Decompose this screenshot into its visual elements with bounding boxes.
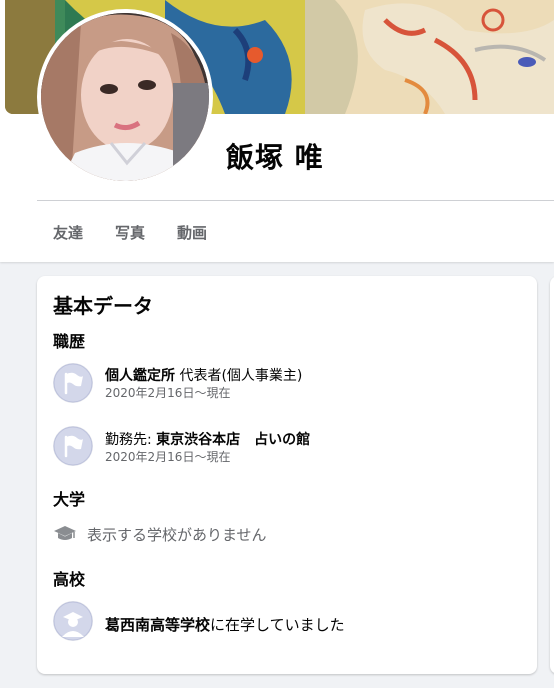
adjacent-card-edge [550,276,554,674]
graduation-cap-icon [53,522,77,546]
work-item-1: 個人鑑定所 代表者(個人事業主) [105,365,302,385]
tab-videos[interactable]: 動画 [177,222,207,243]
profile-header: 飯塚 唯 友達 写真 動画 [0,0,554,262]
profile-name: 飯塚 唯 [226,141,324,174]
work-item-2-dates: 2020年2月16日～現在 [105,450,231,464]
employer-link[interactable]: 東京渋谷本店 占いの館 [156,432,310,448]
prefix: 勤務先: [105,432,157,448]
school-avatar-icon [53,601,93,641]
college-empty-row: 表示する学校がありません [53,522,267,546]
work-heading: 職歴 [53,332,86,351]
flag-icon [53,426,93,466]
employer-link[interactable]: 個人鑑定所 [105,368,175,384]
about-title: 基本データ [53,294,153,318]
about-card: 基本データ 職歴 個人鑑定所 代表者(個人事業主) 2020年2月16日～現在 … [37,276,537,674]
high-school-item: 葛西南高等学校に在学していました [105,614,345,635]
position: 代表者(個人事業主) [175,368,303,384]
work-item-2: 勤務先: 東京渋谷本店 占いの館 [105,429,310,449]
header-divider [37,200,554,201]
profile-tabs: 友達 写真 動画 [53,222,239,243]
college-empty-text: 表示する学校がありません [87,525,267,544]
school-status: に在学していました [210,616,345,634]
flag-icon [53,363,93,403]
profile-avatar[interactable] [41,13,209,181]
tab-photos[interactable]: 写真 [115,222,145,243]
school-link[interactable]: 葛西南高等学校 [105,616,210,634]
college-heading: 大学 [53,490,86,509]
tab-friends[interactable]: 友達 [53,222,83,243]
work-item-1-dates: 2020年2月16日～現在 [105,386,231,400]
high-school-heading: 高校 [53,570,86,589]
